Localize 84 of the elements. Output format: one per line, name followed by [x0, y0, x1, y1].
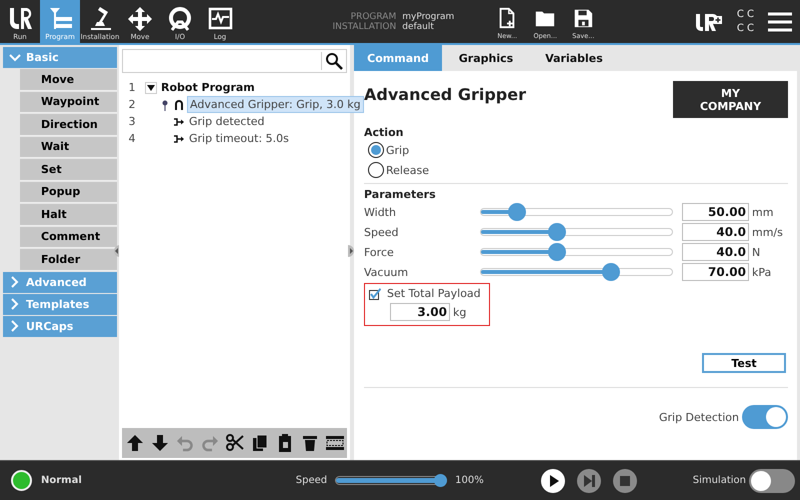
- chart-icon: [206, 6, 234, 32]
- value-field[interactable]: 40.0: [682, 243, 749, 261]
- line-number: 4: [128, 132, 136, 145]
- tab[interactable]: Variables: [530, 45, 618, 71]
- parameter-slider[interactable]: [480, 203, 673, 221]
- tab[interactable]: Graphics: [442, 45, 530, 71]
- payload-checkbox[interactable]: Set Total Payload: [369, 287, 481, 300]
- chevron-right-icon: [9, 276, 21, 288]
- collapse-icon[interactable]: [145, 82, 157, 94]
- status-glyphs: C C: [736, 8, 754, 22]
- program-name: myProgram: [402, 12, 454, 22]
- search-field[interactable]: [122, 49, 347, 73]
- chevron-right-icon: [9, 298, 21, 310]
- move-arrows-icon: [126, 6, 154, 32]
- speed-label: Speed: [296, 475, 328, 486]
- toggle-label: Grip Detection: [658, 410, 739, 424]
- menu-icon[interactable]: [768, 12, 792, 32]
- grip-detection-toggle[interactable]: [742, 405, 788, 429]
- program-node-button[interactable]: Set: [20, 159, 117, 180]
- move-down-button[interactable]: [150, 433, 170, 453]
- radio-option[interactable]: Grip: [368, 140, 410, 160]
- section-label: Action: [364, 124, 404, 140]
- gripper-icon: [173, 98, 185, 110]
- unit-label: N: [752, 246, 760, 258]
- value-field[interactable]: 70.00: [682, 263, 749, 281]
- parameter-slider[interactable]: [480, 263, 673, 281]
- urplus-logo-icon[interactable]: [694, 12, 723, 32]
- step-icon: [582, 474, 595, 486]
- value-field[interactable]: 50.00: [682, 203, 749, 221]
- section-label: Parameters: [364, 186, 437, 202]
- value-field[interactable]: 40.0: [682, 223, 749, 241]
- radio-option[interactable]: Release: [368, 160, 429, 180]
- parameter-slider[interactable]: [480, 243, 673, 261]
- program-label: PROGRAM: [350, 12, 396, 22]
- checkbox-icon[interactable]: [369, 288, 381, 300]
- radio-icon[interactable]: [368, 162, 384, 178]
- chevron-down-icon: [9, 52, 21, 64]
- branch-icon: [173, 116, 185, 128]
- play-button[interactable]: [540, 468, 565, 492]
- program-node-button[interactable]: Comment: [20, 226, 117, 248]
- status-label: Normal: [41, 475, 82, 486]
- cut-button[interactable]: [224, 433, 244, 453]
- program-node[interactable]: Grip timeout: 5.0s: [187, 131, 291, 146]
- program-node-button[interactable]: Move: [20, 69, 117, 90]
- unit-label: mm: [752, 206, 774, 218]
- parameter-label: Vacuum: [364, 266, 410, 278]
- payload-field[interactable]: 3.00: [390, 303, 450, 321]
- radio-icon[interactable]: [368, 142, 384, 158]
- parameter-label: Width: [364, 206, 397, 218]
- unit-label: mm/s: [752, 226, 783, 238]
- program-node-button[interactable]: Waypoint: [20, 92, 117, 113]
- gauge-icon: [166, 6, 194, 32]
- simulation-toggle[interactable]: [749, 468, 795, 492]
- move-up-button[interactable]: [124, 433, 144, 453]
- parameter-label: Speed: [364, 226, 400, 238]
- line-number: 2: [128, 98, 136, 111]
- toggle-label: Simulation: [692, 475, 746, 486]
- status-glyphs: C C: [736, 22, 754, 36]
- program-node-button[interactable]: Wait: [20, 136, 117, 158]
- collapse-handle-icon[interactable]: [348, 245, 356, 257]
- installation-name: default: [402, 22, 434, 32]
- program-node[interactable]: Grip detected: [187, 114, 267, 129]
- program-node[interactable]: Advanced Gripper: Grip, 3.0 kg: [187, 96, 364, 113]
- unit-label: kPa: [752, 266, 772, 278]
- program-node-button[interactable]: Popup: [20, 182, 117, 203]
- parameter-label: Force: [364, 246, 395, 258]
- branch-icon: [173, 132, 185, 144]
- company-logo: MY COMPANY: [673, 81, 788, 118]
- program-node-button[interactable]: Halt: [20, 204, 117, 226]
- program-node[interactable]: Robot Program: [159, 80, 257, 95]
- unit-label: kg: [453, 306, 466, 318]
- node-title: Advanced Gripper: [364, 85, 526, 104]
- program-node-button[interactable]: Folder: [20, 249, 117, 270]
- stop-icon: [618, 474, 631, 486]
- line-number: 3: [128, 115, 136, 128]
- installation-label: INSTALLATION: [332, 22, 396, 32]
- line-number: 1: [128, 81, 136, 94]
- chevron-right-icon: [9, 320, 21, 332]
- program-node-button[interactable]: Direction: [20, 114, 117, 136]
- parameter-slider[interactable]: [480, 223, 673, 241]
- speed-reading: 100%: [455, 475, 484, 486]
- speed-slider[interactable]: [335, 474, 448, 487]
- test-button[interactable]: Test: [702, 353, 786, 373]
- suppress-button[interactable]: [324, 433, 344, 453]
